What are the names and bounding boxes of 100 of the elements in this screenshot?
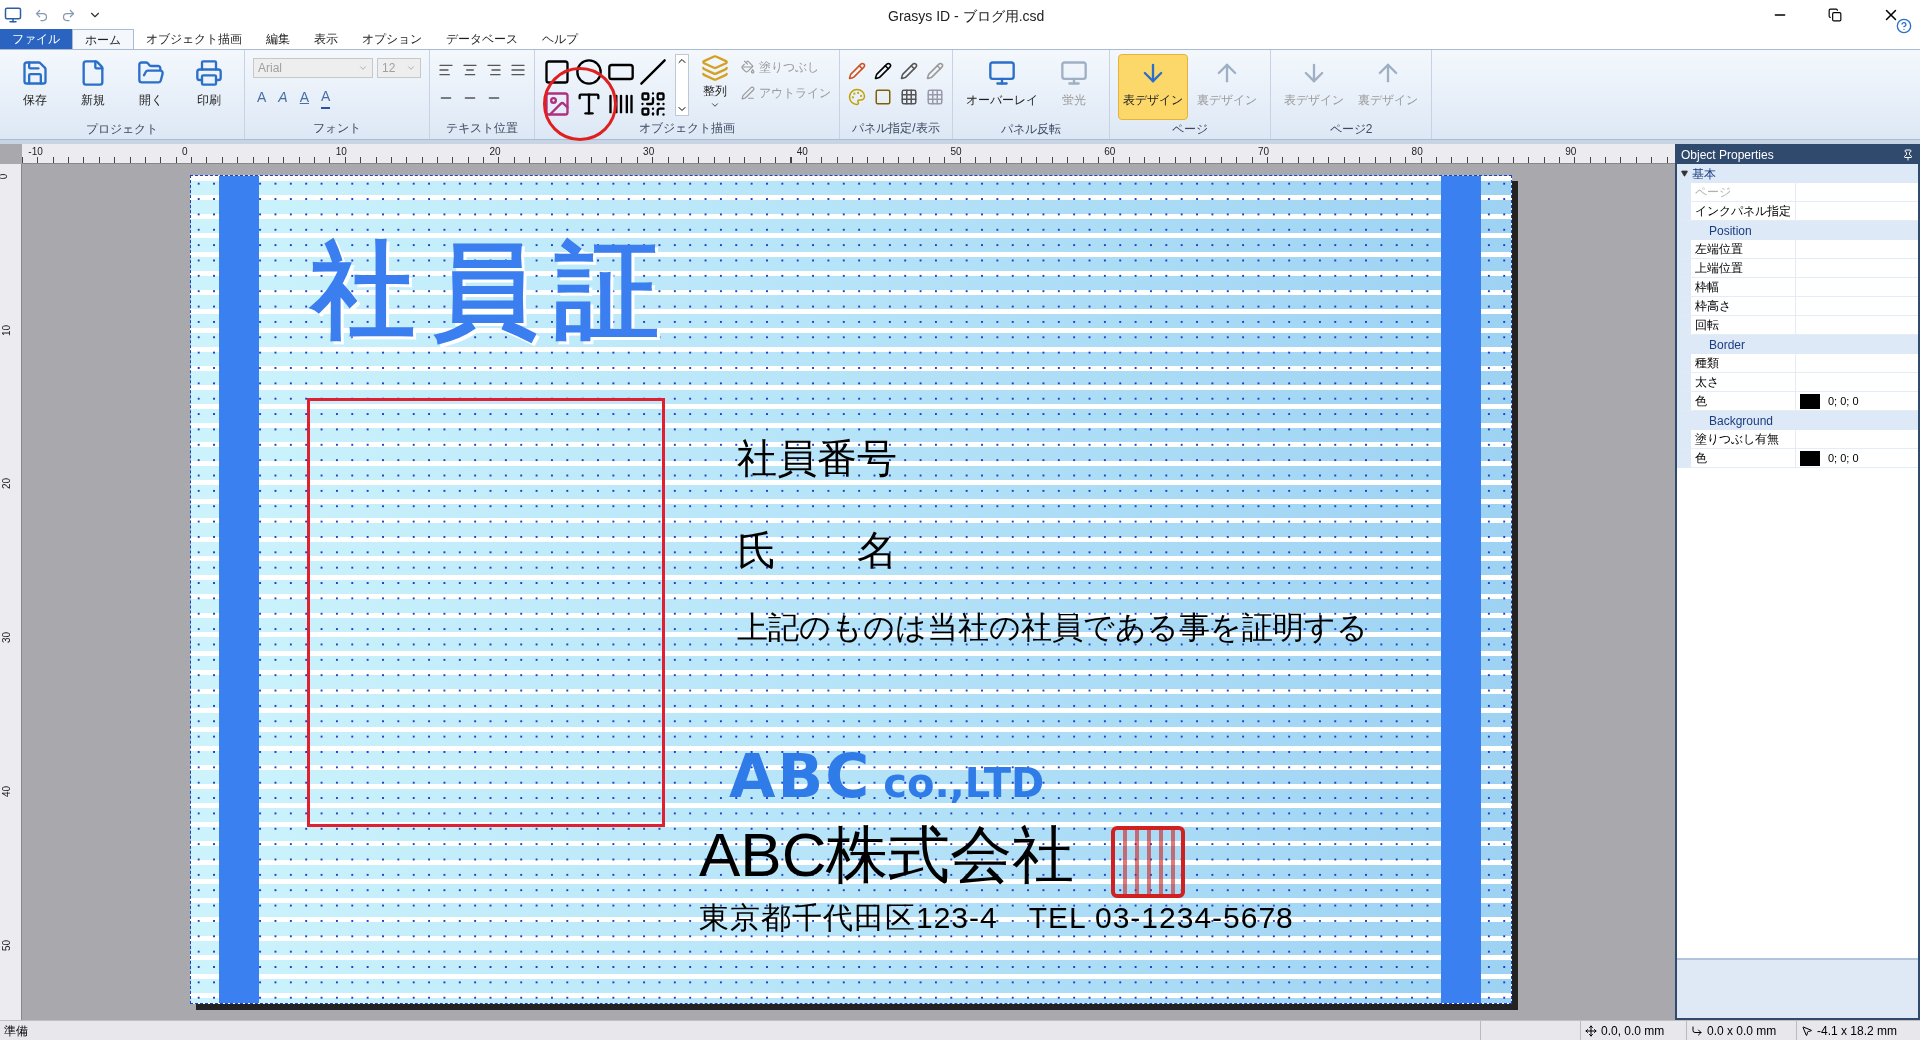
size-readout: 0.0 x 0.0 mm: [1707, 1022, 1777, 1040]
property-label: 枠幅: [1691, 278, 1796, 296]
rectangle-icon[interactable]: [543, 58, 571, 86]
qr-code-icon[interactable]: [639, 90, 667, 118]
employee-number-label: 社員番号: [737, 438, 897, 478]
category-label: 基本: [1692, 165, 1716, 183]
section-label: Border: [1709, 336, 1746, 354]
ruler-number: -10: [28, 145, 43, 159]
chevron-down-icon: [406, 63, 416, 73]
align-justify-icon[interactable]: [510, 62, 526, 78]
property-row[interactable]: 種類: [1677, 354, 1918, 373]
ruler-number: 80: [1411, 145, 1423, 159]
ruler-number: 10: [335, 145, 347, 159]
align-left-icon[interactable]: [438, 62, 454, 78]
ruler-number: 20: [0, 478, 14, 490]
arrange-button[interactable]: 整列: [697, 54, 733, 118]
ribbon-button[interactable]: 印刷: [182, 54, 236, 120]
align-right-icon[interactable]: [486, 62, 502, 78]
color-panel-icon[interactable]: [848, 88, 866, 106]
status-message: 準備: [3, 1022, 29, 1040]
section-label: Position: [1709, 222, 1752, 240]
property-label: 左端位置: [1691, 240, 1796, 258]
ribbon-button[interactable]: 保存: [8, 54, 62, 120]
ribbon-group-label: ページ: [1171, 121, 1209, 138]
property-label: 色: [1691, 449, 1796, 467]
expand-icon[interactable]: [1681, 170, 1688, 177]
cursor-readout: -4.1 x 18.2 mm: [1817, 1022, 1898, 1040]
section-label: Background: [1709, 412, 1774, 430]
menu-tab[interactable]: 編集: [254, 29, 302, 49]
cursor-icon: [1801, 1024, 1813, 1037]
line-icon[interactable]: [639, 58, 667, 86]
property-row[interactable]: 左端位置: [1677, 240, 1918, 259]
property-row[interactable]: 色 0; 0; 0: [1677, 449, 1918, 468]
ellipse-icon[interactable]: [575, 58, 603, 86]
address-text: 東京都千代田区123-4 TEL 03-1234-5678: [699, 903, 1294, 933]
ribbon-button[interactable]: 開く: [124, 54, 178, 120]
ruler-number: 70: [1257, 145, 1269, 159]
ribbon-group-label: プロジェクト: [85, 121, 159, 138]
align-center-icon[interactable]: [462, 62, 478, 78]
ribbon-group-label: ページ2: [1328, 121, 1374, 138]
property-label: 塗りつぶし有無: [1691, 430, 1796, 448]
property-row[interactable]: 枠幅: [1677, 278, 1918, 297]
menu-tab[interactable]: 表示: [302, 29, 350, 49]
menu-tab[interactable]: データベース: [434, 29, 530, 49]
ruler-number: 50: [0, 939, 14, 951]
company-logo-text: ABC: [729, 746, 872, 806]
ribbon-group-label: パネル指定/表示: [851, 120, 941, 137]
grid-icon[interactable]: [900, 88, 918, 106]
printer-icon: [195, 59, 223, 87]
ribbon-group-label: パネル反転: [1000, 121, 1062, 138]
monitor-icon: [1060, 59, 1088, 87]
save-icon: [21, 59, 49, 87]
menu-tab[interactable]: ヘルプ: [530, 29, 590, 49]
ribbon-group-label: テキスト位置: [445, 120, 519, 137]
menu-tab[interactable]: ファイル: [0, 29, 72, 49]
ruler-number: 10: [0, 324, 14, 336]
window-title: Grasys ID - ブログ用.csd: [888, 7, 1045, 26]
panel-icon[interactable]: [874, 88, 892, 106]
pencil-icon[interactable]: [900, 62, 918, 80]
property-label: 種類: [1691, 354, 1796, 372]
position-readout: 0.0, 0.0 mm: [1601, 1022, 1665, 1040]
ruler-number: 60: [1104, 145, 1116, 159]
ribbon-button[interactable]: 新規: [66, 54, 120, 120]
undo-icon[interactable]: [34, 7, 49, 23]
menu-tab[interactable]: オブジェクト描画: [134, 29, 254, 49]
ruler-number: 30: [643, 145, 655, 159]
pen-icon: [741, 86, 755, 100]
menu-tab[interactable]: ホーム: [72, 29, 134, 49]
ribbon-group-label: オブジェクト描画: [638, 120, 736, 137]
ruler-number: 0: [0, 173, 11, 180]
property-label: 太さ: [1691, 373, 1796, 391]
property-label: 色: [1691, 392, 1796, 410]
ruler-number: 40: [0, 785, 14, 797]
pencil-icon[interactable]: [874, 62, 892, 80]
menu-tab[interactable]: オプション: [350, 29, 434, 49]
layers-icon: [701, 54, 729, 82]
property-value: 0; 0; 0: [1828, 450, 1859, 466]
paint-bucket-icon: [741, 60, 755, 74]
monitor-icon: [988, 59, 1016, 87]
panel-title: Object Properties: [1681, 147, 1774, 164]
property-row[interactable]: 枠高さ: [1677, 297, 1918, 316]
property-label: ページ: [1691, 183, 1796, 201]
ribbon-button[interactable]: オーバーレイ: [961, 54, 1043, 120]
property-row[interactable]: 上端位置: [1677, 259, 1918, 278]
property-label: 枠高さ: [1691, 297, 1796, 315]
company-name: ABC株式会社: [699, 824, 1075, 886]
chevron-down-icon: [358, 63, 368, 73]
property-label: インクパネル指定: [1691, 202, 1796, 220]
pin-icon[interactable]: [1902, 149, 1914, 161]
help-icon[interactable]: [1896, 18, 1912, 34]
ruler-number: 30: [0, 632, 14, 644]
size-icon: [1691, 1024, 1703, 1037]
restore-icon[interactable]: [1828, 8, 1842, 22]
redo-icon[interactable]: [61, 7, 76, 23]
ruler-number: 90: [1565, 145, 1577, 159]
ribbon-group-label: フォント: [312, 120, 362, 137]
property-value: 0; 0; 0: [1828, 393, 1859, 409]
name-label: 氏 名: [737, 530, 897, 570]
ruler-number: 40: [796, 145, 808, 159]
ribbon-button[interactable]: 表デザイン: [1118, 54, 1188, 120]
